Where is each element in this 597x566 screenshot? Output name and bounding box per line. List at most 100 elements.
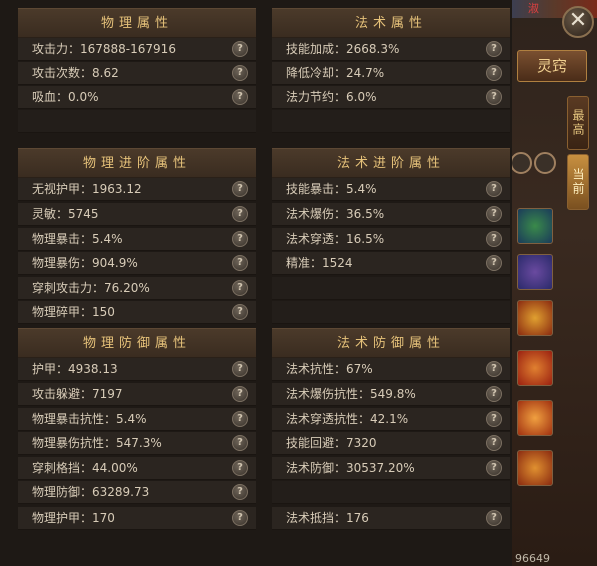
attr-row: 物理护甲：170 ? [18,507,256,530]
help-icon[interactable]: ? [486,255,502,271]
help-icon[interactable]: ? [232,255,248,271]
help-icon[interactable]: ? [486,361,502,377]
attr-label: 法术抗性：67% [286,362,373,376]
attr-row: 物理暴击抗性：5.4% ? [18,408,256,431]
attr-label: 物理暴伤：904.9% [32,256,138,270]
help-icon[interactable]: ? [486,411,502,427]
help-icon[interactable]: ? [486,510,502,526]
attr-label: 物理暴击：5.4% [32,232,123,246]
attr-label: 法术抵挡：176 [286,511,369,525]
empty-row [272,110,510,133]
section-magic-defense: 法术防御属性 法术抗性：67% ? 法术爆伤抗性：549.8% ? 法术穿透抗性… [272,328,510,538]
help-icon[interactable]: ? [486,435,502,451]
attr-row: 降低冷却：24.7% ? [272,62,510,85]
attr-row: 法术抵挡：176 ? [272,507,510,530]
attr-label: 物理碎甲：150 [32,305,115,319]
attr-label: 物理暴伤抗性：547.3% [32,436,162,450]
tab-highest[interactable]: 最高 [567,96,589,150]
attr-row: 物理暴伤抗性：547.3% ? [18,432,256,455]
attr-row: 吸血：0.0% ? [18,86,256,109]
attr-row: 穿刺格挡：44.00% ? [18,457,256,480]
attr-label: 攻击力：167888-167916 [32,42,176,56]
empty-row [272,301,510,324]
attr-label: 法力节约：6.0% [286,90,377,104]
attr-row: 法术穿透抗性：42.1% ? [272,408,510,431]
help-icon[interactable]: ? [232,460,248,476]
attr-label: 攻击躲避：7197 [32,387,123,401]
skill-icon[interactable] [517,254,553,290]
attr-row: 攻击次数：8.62 ? [18,62,256,85]
attr-label: 技能加成：2668.3% [286,42,400,56]
help-icon[interactable]: ? [232,181,248,197]
section-physical: 物理属性 攻击力：167888-167916 ? 攻击次数：8.62 ? 吸血：… [18,8,256,138]
skill-icon[interactable] [517,450,553,486]
close-button[interactable]: ✕ [562,6,594,38]
section-physical-defense: 物理防御属性 护甲：4938.13 ? 攻击躲避：7197 ? 物理暴击抗性：5… [18,328,256,538]
help-icon[interactable]: ? [232,89,248,105]
section-title: 法术属性 [272,8,510,38]
section-magic-advanced: 法术进阶属性 技能暴击：5.4% ? 法术爆伤：36.5% ? 法术穿透：16.… [272,148,510,328]
help-icon[interactable]: ? [486,206,502,222]
skill-icon[interactable] [517,350,553,386]
attr-row: 物理碎甲：150 ? [18,301,256,324]
help-icon[interactable]: ? [232,386,248,402]
empty-row [272,481,510,504]
skill-icon[interactable] [517,208,553,244]
attr-label: 法术爆伤：36.5% [286,207,385,221]
skill-icon[interactable] [517,400,553,436]
help-icon[interactable]: ? [232,484,248,500]
tab-current[interactable]: 当前 [567,154,589,210]
attr-label: 物理护甲：170 [32,511,115,525]
attr-label: 吸血：0.0% [32,90,99,104]
attr-row: 技能加成：2668.3% ? [272,38,510,61]
section-title: 物理防御属性 [18,328,256,358]
help-icon[interactable]: ? [232,304,248,320]
attribute-panel: 物理属性 攻击力：167888-167916 ? 攻击次数：8.62 ? 吸血：… [0,0,512,566]
section-physical-advanced: 物理进阶属性 无视护甲：1963.12 ? 灵敏：5745 ? 物理暴击：5.4… [18,148,256,328]
attr-row: 法术防御：30537.20% ? [272,457,510,480]
lingqiao-button[interactable]: 灵窍 [517,50,587,82]
help-icon[interactable]: ? [232,231,248,247]
help-icon[interactable]: ? [486,181,502,197]
attr-row: 攻击躲避：7197 ? [18,383,256,406]
attr-row: 灵敏：5745 ? [18,203,256,226]
help-icon[interactable]: ? [232,435,248,451]
attr-label: 物理暴击抗性：5.4% [32,412,147,426]
help-icon[interactable]: ? [232,280,248,296]
help-icon[interactable]: ? [486,460,502,476]
help-icon[interactable]: ? [232,206,248,222]
attr-row: 穿刺攻击力：76.20% ? [18,277,256,300]
help-icon[interactable]: ? [486,386,502,402]
skill-icon[interactable] [517,300,553,336]
attr-row: 法力节约：6.0% ? [272,86,510,109]
attr-row: 法术穿透：16.5% ? [272,228,510,251]
attr-label: 穿刺格挡：44.00% [32,461,138,475]
help-icon[interactable]: ? [232,41,248,57]
attr-row: 技能回避：7320 ? [272,432,510,455]
help-icon[interactable]: ? [486,231,502,247]
attr-label: 法术爆伤抗性：549.8% [286,387,416,401]
help-icon[interactable]: ? [232,510,248,526]
attr-row: 技能暴击：5.4% ? [272,178,510,201]
attr-label: 物理防御：63289.73 [32,485,150,499]
attr-label: 技能回避：7320 [286,436,377,450]
attr-row: 法术爆伤抗性：549.8% ? [272,383,510,406]
empty-row [272,277,510,300]
attr-row: 物理暴击：5.4% ? [18,228,256,251]
help-icon[interactable]: ? [232,65,248,81]
help-icon[interactable]: ? [486,89,502,105]
help-icon[interactable]: ? [486,65,502,81]
section-title: 法术进阶属性 [272,148,510,178]
attr-row: 护甲：4938.13 ? [18,358,256,381]
attr-row: 法术抗性：67% ? [272,358,510,381]
round-slot-icon[interactable] [534,152,556,174]
help-icon[interactable]: ? [486,41,502,57]
attr-label: 降低冷却：24.7% [286,66,385,80]
section-title: 物理进阶属性 [18,148,256,178]
round-slot-icon[interactable] [510,152,532,174]
help-icon[interactable]: ? [232,411,248,427]
help-icon[interactable]: ? [232,361,248,377]
attr-label: 无视护甲：1963.12 [32,182,142,196]
attr-label: 技能暴击：5.4% [286,182,377,196]
attr-label: 法术防御：30537.20% [286,461,415,475]
